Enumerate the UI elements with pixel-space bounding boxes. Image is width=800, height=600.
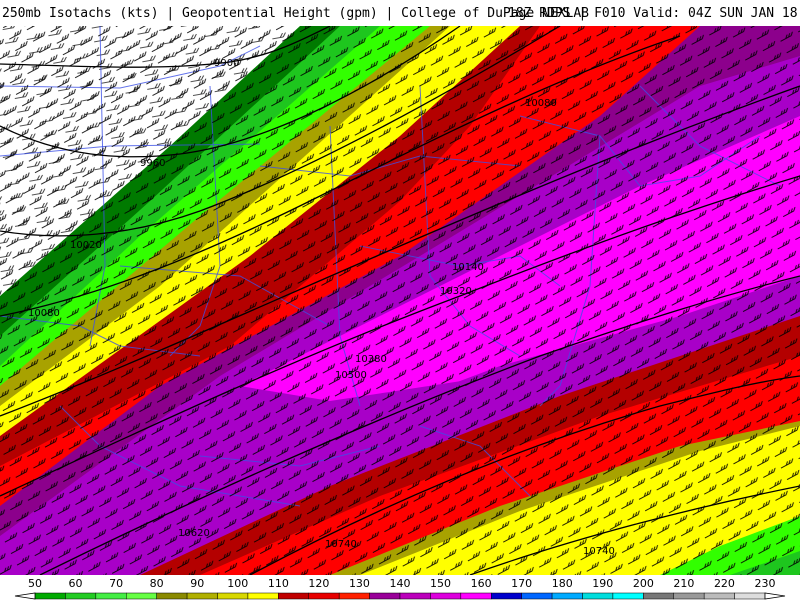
contour-label-10: 10740	[325, 539, 357, 550]
scale-tick-7: 120	[308, 577, 329, 590]
scale-swatch-0	[34, 592, 66, 600]
map-header: 250mb Isotachs (kts) | Geopotential Heig…	[0, 0, 800, 26]
scale-tick-11: 160	[471, 577, 492, 590]
scale-tick-12: 170	[511, 577, 532, 590]
scale-tick-0: 50	[28, 577, 42, 590]
scale-tick-15: 200	[633, 577, 654, 590]
color-scale-svg: 50 60 70 80 90 100 110 120 130 140 150 160 170 180 190…	[14, 577, 786, 600]
scale-swatch-4	[156, 592, 188, 600]
scale-swatch-22	[703, 592, 735, 600]
scale-swatch-17	[551, 592, 583, 600]
contour-label-7: 10380	[355, 354, 387, 365]
scale-swatch-5	[186, 592, 218, 600]
scale-swatch-16	[521, 592, 553, 600]
scale-swatch-1	[65, 592, 97, 600]
scale-swatch-10	[338, 592, 370, 600]
scale-tick-18: 230	[755, 577, 776, 590]
product-title: 250mb Isotachs (kts) | Geopotential Heig…	[2, 6, 589, 21]
scale-swatch-6	[217, 592, 249, 600]
contour-label-5: 10140	[452, 262, 484, 273]
scale-tick-9: 140	[390, 577, 411, 590]
scale-swatch-23	[734, 592, 766, 600]
run-info: 18Z RDPS | F010 Valid: 04Z SUN JAN 18 20…	[508, 6, 800, 21]
scale-swatch-7	[247, 592, 279, 600]
contour-label-1: 9960	[140, 158, 165, 169]
scale-swatch-13	[430, 592, 462, 600]
contour-label-8: 10500	[335, 370, 367, 381]
isotach-map: 9900 9960 10020 10080 10080 10140 10320 10380 10…	[0, 26, 800, 575]
scale-swatch-19	[612, 592, 644, 600]
contour-label-4: 10080	[525, 98, 557, 109]
scale-swatch-18	[582, 592, 614, 600]
scale-swatch-3	[126, 592, 157, 600]
color-scale-legend: 50 60 70 80 90 100 110 120 130 140 150 160 170 180 190…	[0, 575, 800, 600]
scale-tick-13: 180	[552, 577, 573, 590]
scale-swatch-12	[399, 592, 431, 600]
scale-swatch-9	[308, 592, 340, 600]
wind-barbs	[0, 26, 800, 575]
scale-swatch-14	[460, 592, 492, 600]
scale-swatch-2	[95, 592, 127, 600]
contour-label-6: 10320	[440, 286, 472, 297]
scale-tick-17: 220	[714, 577, 735, 590]
scale-tick-2: 70	[109, 577, 123, 590]
contour-label-0: 9900	[214, 58, 239, 69]
scale-tick-6: 110	[268, 577, 289, 590]
contour-label-9: 10620	[178, 528, 210, 539]
scale-tick-1: 60	[69, 577, 83, 590]
contour-label-11: 10740	[583, 546, 615, 557]
scale-tick-16: 210	[673, 577, 694, 590]
scale-swatch-15	[491, 592, 522, 600]
scale-tick-14: 190	[592, 577, 613, 590]
scale-swatch-21	[673, 592, 705, 600]
scale-swatch-11	[369, 592, 401, 600]
scale-tick-10: 150	[430, 577, 451, 590]
scale-tick-4: 90	[190, 577, 204, 590]
scale-tick-5: 100	[227, 577, 248, 590]
scale-tick-3: 80	[150, 577, 164, 590]
scale-swatch-8	[278, 592, 310, 600]
scale-right-arrow	[764, 592, 786, 600]
map-panel[interactable]: 9900 9960 10020 10080 10080 10140 10320 10380 10…	[0, 26, 800, 575]
contour-label-3: 10080	[28, 308, 60, 319]
scale-left-arrow	[14, 592, 36, 600]
scale-swatch-20	[643, 592, 674, 600]
scale-tick-8: 130	[349, 577, 370, 590]
contour-label-2: 10020	[70, 240, 102, 251]
